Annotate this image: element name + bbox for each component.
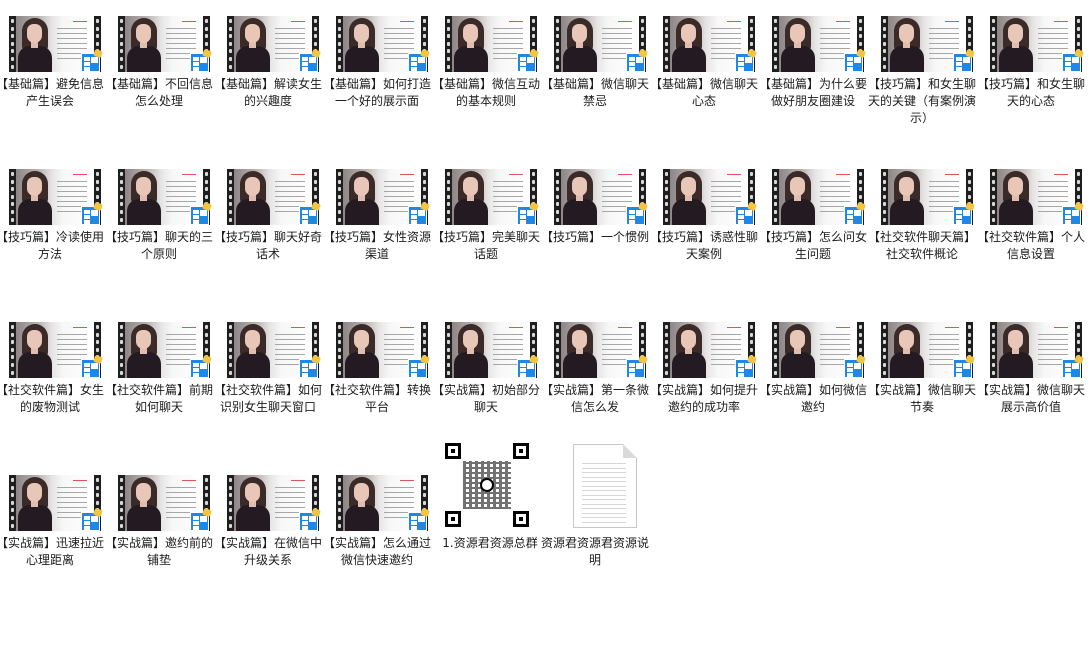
file-name-label: 【实战篇】怎么通过微信快速邀约 xyxy=(322,536,431,567)
qr-code-icon xyxy=(443,441,531,529)
file-name-label: 【社交软件篇】前期如何聊天 xyxy=(104,383,213,414)
file-name-label: 【技巧篇】诱惑性聊天案例 xyxy=(649,230,758,261)
video-file-type-icon xyxy=(517,48,539,72)
file-name-label: 【技巧篇】聊天的三个原则 xyxy=(104,230,213,261)
file-name-label: 【社交软件篇】个人信息设置 xyxy=(976,230,1085,261)
video-file-type-icon xyxy=(299,201,321,225)
file-name-label: 【社交软件聊天篇】社交软件概论 xyxy=(867,230,976,261)
file-name-label: 【实战篇】初始部分聊天 xyxy=(431,383,540,414)
video-file-type-icon xyxy=(626,354,648,378)
file-name-label: 【基础篇】如何打造一个好的展示面 xyxy=(322,77,431,108)
text-document-icon xyxy=(573,444,637,528)
file-name-label: 【基础篇】微信互动的基本规则 xyxy=(431,77,540,108)
file-name-label: 【社交软件篇】女生的废物测试 xyxy=(0,383,104,414)
video-file-type-icon xyxy=(190,201,212,225)
file-name-label: 【基础篇】为什么要做好朋友圈建设 xyxy=(758,77,867,108)
video-file-type-icon xyxy=(81,354,103,378)
video-file-type-icon xyxy=(299,354,321,378)
file-name-label: 【技巧篇】聊天好奇话术 xyxy=(213,230,322,261)
video-file-type-icon xyxy=(1062,201,1084,225)
video-file-type-icon xyxy=(953,48,975,72)
file-name-label: 【基础篇】解读女生的兴趣度 xyxy=(213,77,322,108)
video-file-type-icon xyxy=(735,354,757,378)
file-name-label: 【实战篇】如何提升邀约的成功率 xyxy=(649,383,758,414)
file-name-label: 【社交软件篇】如何识别女生聊天窗口 xyxy=(213,383,322,414)
video-file-type-icon xyxy=(299,48,321,72)
video-file-type-icon xyxy=(1062,48,1084,72)
file-name-label: 资源君资源君资源说明 xyxy=(540,536,649,567)
video-file-type-icon xyxy=(626,48,648,72)
file-name-label: 【社交软件篇】转换平台 xyxy=(322,383,431,414)
video-file-type-icon xyxy=(408,201,430,225)
file-name-label: 1.资源君资源总群 xyxy=(442,536,538,550)
video-file-type-icon xyxy=(844,48,866,72)
file-name-label: 【基础篇】不回信息怎么处理 xyxy=(104,77,213,108)
file-grid: 【基础篇】避免信息产生误会 【基础篇】不回信息怎么处理 【基础篇】解读女生的兴趣度【… xyxy=(0,0,1092,655)
file-name-label: 【技巧篇】女性资源渠道 xyxy=(322,230,431,261)
video-file-type-icon xyxy=(408,354,430,378)
video-file-type-icon xyxy=(1062,354,1084,378)
file-name-label: 【基础篇】微信聊天禁忌 xyxy=(540,77,649,108)
file-name-label: 【实战篇】微信聊天展示高价值 xyxy=(976,383,1085,414)
video-file-type-icon xyxy=(517,201,539,225)
file-name-label: 【实战篇】如何微信邀约 xyxy=(758,383,867,414)
video-file-type-icon xyxy=(408,48,430,72)
file-name-label: 【基础篇】避免信息产生误会 xyxy=(0,77,104,108)
video-file-type-icon xyxy=(81,48,103,72)
file-name-label: 【技巧篇】和女生聊天的关键（有案例演示） xyxy=(867,77,976,125)
file-name-label: 【技巧篇】和女生聊天的心态 xyxy=(976,77,1085,108)
file-name-label: 【实战篇】迅速拉近心理距离 xyxy=(0,536,104,567)
file-name-label: 【技巧篇】冷读使用方法 xyxy=(0,230,104,261)
video-file-type-icon xyxy=(190,507,212,531)
file-name-label: 【技巧篇】完美聊天话题 xyxy=(431,230,540,261)
video-file-type-icon xyxy=(626,201,648,225)
video-file-type-icon xyxy=(81,201,103,225)
file-name-label: 【实战篇】邀约前的铺垫 xyxy=(104,536,213,567)
video-file-type-icon xyxy=(844,354,866,378)
video-file-type-icon xyxy=(299,507,321,531)
file-name-label: 【技巧篇】怎么问女生问题 xyxy=(758,230,867,261)
file-name-label: 【实战篇】第一条微信怎么发 xyxy=(540,383,649,414)
video-file-type-icon xyxy=(190,48,212,72)
file-name-label: 【实战篇】在微信中升级关系 xyxy=(213,536,322,567)
video-file-type-icon xyxy=(953,201,975,225)
video-file-type-icon xyxy=(190,354,212,378)
file-name-label: 【实战篇】微信聊天节奏 xyxy=(867,383,976,414)
video-file-type-icon xyxy=(408,507,430,531)
video-file-type-icon xyxy=(81,507,103,531)
video-file-type-icon xyxy=(735,201,757,225)
video-file-type-icon xyxy=(844,201,866,225)
file-name-label: 【技巧篇】一个惯例 xyxy=(540,230,649,244)
video-file-type-icon xyxy=(953,354,975,378)
video-file-type-icon xyxy=(517,354,539,378)
file-name-label: 【基础篇】微信聊天心态 xyxy=(649,77,758,108)
video-file-type-icon xyxy=(735,48,757,72)
